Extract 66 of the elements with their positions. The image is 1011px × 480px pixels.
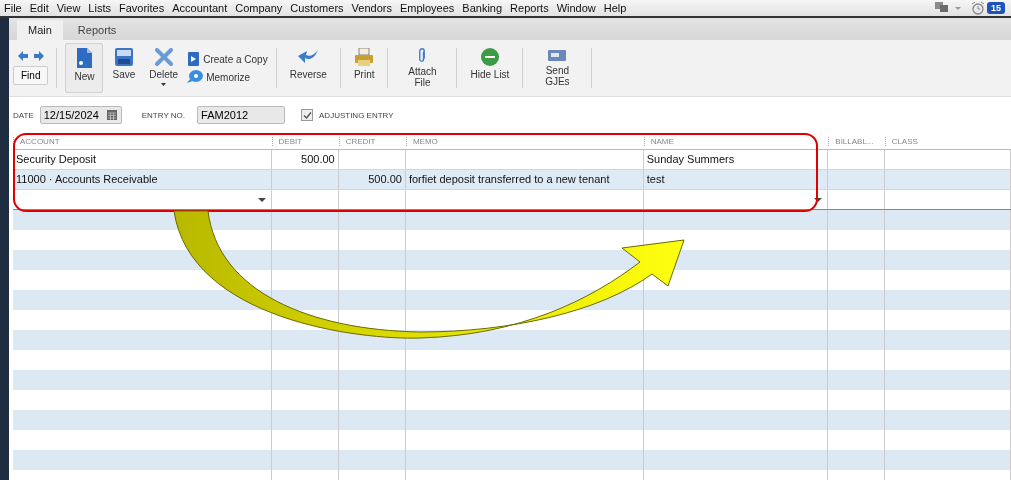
date-label: DATE [13,110,34,120]
column-header[interactable]: MEMO [405,136,644,146]
table-cell: Sunday Summers [643,150,829,169]
date-field[interactable]: 12/15/2024 [39,106,122,124]
alarm-clock-icon[interactable] [971,1,985,15]
menu-item[interactable]: Edit [29,2,49,14]
menu-item[interactable]: Company [235,2,283,14]
table-cell: 500.00 [338,170,406,189]
menu-item[interactable]: Window [556,2,596,14]
hide-button[interactable]: Hide List [465,43,515,93]
menu-item[interactable]: Reports [510,2,549,14]
speech-bubble-icon [187,70,204,84]
entry-number-field[interactable]: FAM2012 [197,106,286,124]
column-header[interactable]: ACCOUNT [13,136,272,146]
menu-item[interactable]: Help [603,2,627,14]
find-button[interactable]: Find [13,66,49,85]
send-button[interactable]: Send GJEs [531,43,584,93]
menu-item[interactable]: Employees [399,2,455,14]
column-header[interactable]: DEBIT [271,136,339,146]
table-cell: forfiet deposit transferred to a new tenant [405,170,644,189]
table-cell: test [643,170,829,189]
caret-icon [257,197,266,202]
print-button[interactable]: Print [348,43,380,93]
document-icon [76,48,93,68]
new-button[interactable]: New [65,43,104,93]
caret-icon [161,83,167,86]
table-cell: 500.00 [271,150,339,169]
column-header[interactable]: CREDIT [338,136,406,146]
delete-button[interactable]: Delete [144,43,184,93]
attach-button[interactable]: Attach File [396,43,449,93]
chat-icon[interactable] [935,2,963,14]
back-arrow-icon[interactable] [17,51,28,61]
forward-arrow-icon[interactable] [33,51,44,61]
menu-item[interactable]: File [4,2,22,14]
menu-item[interactable]: Customers [290,2,344,14]
menu-item[interactable]: Vendors [351,2,392,14]
menu-item[interactable]: View [56,2,81,14]
entry-number-label: ENTRY NO. [141,110,186,120]
notification-badge[interactable]: 15 [987,2,1005,14]
create-copy-button[interactable]: Create a Copy [187,52,268,66]
x-icon [154,48,173,66]
column-header[interactable]: BILLABL... [828,136,885,146]
column-header[interactable]: NAME [643,136,829,146]
calendar-icon[interactable] [106,110,117,120]
tab[interactable]: Main [17,20,63,40]
envelope-icon [548,48,567,62]
menu-item[interactable]: Accountant [172,2,228,14]
memorize-button[interactable]: Memorize [187,70,268,84]
memorize-label: Memorize [206,71,251,83]
caret-icon [814,197,823,202]
menu-item[interactable]: Banking [462,2,503,14]
document-icon [187,52,201,66]
paperclip-icon [417,48,428,63]
printer-icon [355,48,374,66]
adjusting-entry-label: ADJUSTING ENTRY [319,110,394,120]
reverse-button[interactable]: Reverse [284,43,332,93]
checkbox[interactable] [301,109,314,121]
table-cell: Security Deposit [13,150,272,169]
save-button[interactable]: Save [107,43,141,93]
column-header[interactable]: CLASS [884,136,1011,146]
minus-circle-icon [480,48,499,66]
create-copy-label: Create a Copy [203,53,268,65]
menu-item[interactable]: Lists [88,2,111,14]
table-cell: 11000 · Accounts Receivable [13,170,272,189]
menu-item[interactable]: Favorites [119,2,165,14]
tab[interactable]: Reports [66,20,128,40]
